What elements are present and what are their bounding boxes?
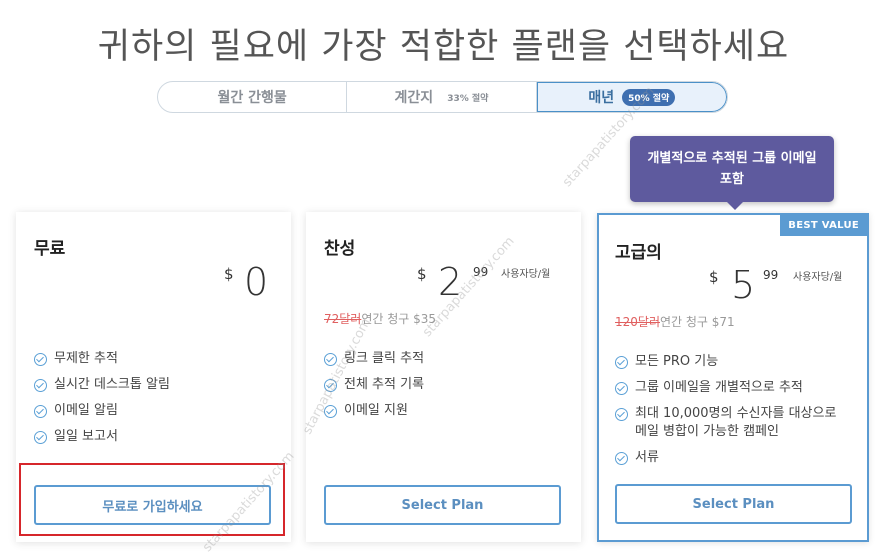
price-amount: 0 xyxy=(244,260,269,304)
plan-name: 무료 xyxy=(34,239,66,259)
billing-note-text: 연간 청구 $71 xyxy=(660,315,735,329)
billing-note: 120달러연간 청구 $71 xyxy=(615,313,735,330)
select-plan-pro-button[interactable]: Select Plan xyxy=(324,485,561,525)
feature-item: 서류 xyxy=(615,449,845,467)
old-price: 120달러 xyxy=(615,315,660,329)
check-circle-icon xyxy=(615,452,628,465)
check-circle-icon xyxy=(615,382,628,395)
toggle-quarterly[interactable]: 계간지 33% 절약 xyxy=(347,82,537,112)
page-title: 귀하의 필요에 가장 적합한 플랜을 선택하세요 xyxy=(97,27,790,67)
toggle-yearly-label: 매년 xyxy=(588,90,615,106)
check-circle-icon xyxy=(615,408,628,421)
plan-card-advanced: BEST VALUE 고급의 $ 5 99 사용자당/월 120달러연간 청구 … xyxy=(597,213,869,542)
feature-item: 일일 보고서 xyxy=(34,428,264,446)
feature-item: 실시간 데스크톱 알림 xyxy=(34,376,264,394)
price-cents: 99 xyxy=(763,268,779,282)
price-currency: $ xyxy=(417,265,427,283)
billing-note: 72달러연간 청구 $35 xyxy=(324,310,436,327)
best-value-badge: BEST VALUE xyxy=(780,215,867,236)
check-circle-icon xyxy=(34,353,47,366)
price-amount: 5 xyxy=(731,263,756,307)
price-currency: $ xyxy=(224,265,234,283)
plan-name: 고급의 xyxy=(615,243,662,263)
feature-item: 이메일 지원 xyxy=(324,402,554,420)
feature-item: 그룹 이메일을 개별적으로 추적 xyxy=(615,379,845,397)
feature-item: 이메일 알림 xyxy=(34,402,264,420)
check-circle-icon xyxy=(34,379,47,392)
feature-item: 전체 추적 기록 xyxy=(324,376,554,394)
feature-list: 모든 PRO 기능 그룹 이메일을 개별적으로 추적 최대 10,000명의 수… xyxy=(615,353,845,475)
feature-item: 최대 10,000명의 수신자를 대상으로 메일 병합이 가능한 캠페인 xyxy=(615,405,845,441)
plan-name: 찬성 xyxy=(324,239,356,259)
toggle-quarterly-label: 계간지 xyxy=(394,90,434,106)
plan-card-pro: 찬성 $ 2 99 사용자당/월 72달러연간 청구 $35 링크 클릭 추적 … xyxy=(306,212,581,542)
feature-list: 무제한 추적 실시간 데스크톱 알림 이메일 알림 일일 보고서 xyxy=(34,350,264,454)
price-currency: $ xyxy=(709,268,719,286)
feature-item: 무제한 추적 xyxy=(34,350,264,368)
check-circle-icon xyxy=(34,431,47,444)
toggle-monthly-label: 월간 간행물 xyxy=(217,90,287,106)
quarterly-savings: 33% 절약 xyxy=(447,93,489,104)
toggle-monthly[interactable]: 월간 간행물 xyxy=(158,82,348,112)
feature-list: 링크 클릭 추적 전체 추적 기록 이메일 지원 xyxy=(324,350,554,428)
feature-item: 모든 PRO 기능 xyxy=(615,353,845,371)
price-per-unit: 사용자당/월 xyxy=(793,272,843,283)
feature-tooltip: 개별적으로 추적된 그룹 이메일 포함 xyxy=(630,136,834,210)
price-per-unit: 사용자당/월 xyxy=(501,269,551,280)
check-circle-icon xyxy=(615,356,628,369)
feature-item: 링크 클릭 추적 xyxy=(324,350,554,368)
select-plan-advanced-button[interactable]: Select Plan xyxy=(615,484,852,524)
check-circle-icon xyxy=(34,405,47,418)
